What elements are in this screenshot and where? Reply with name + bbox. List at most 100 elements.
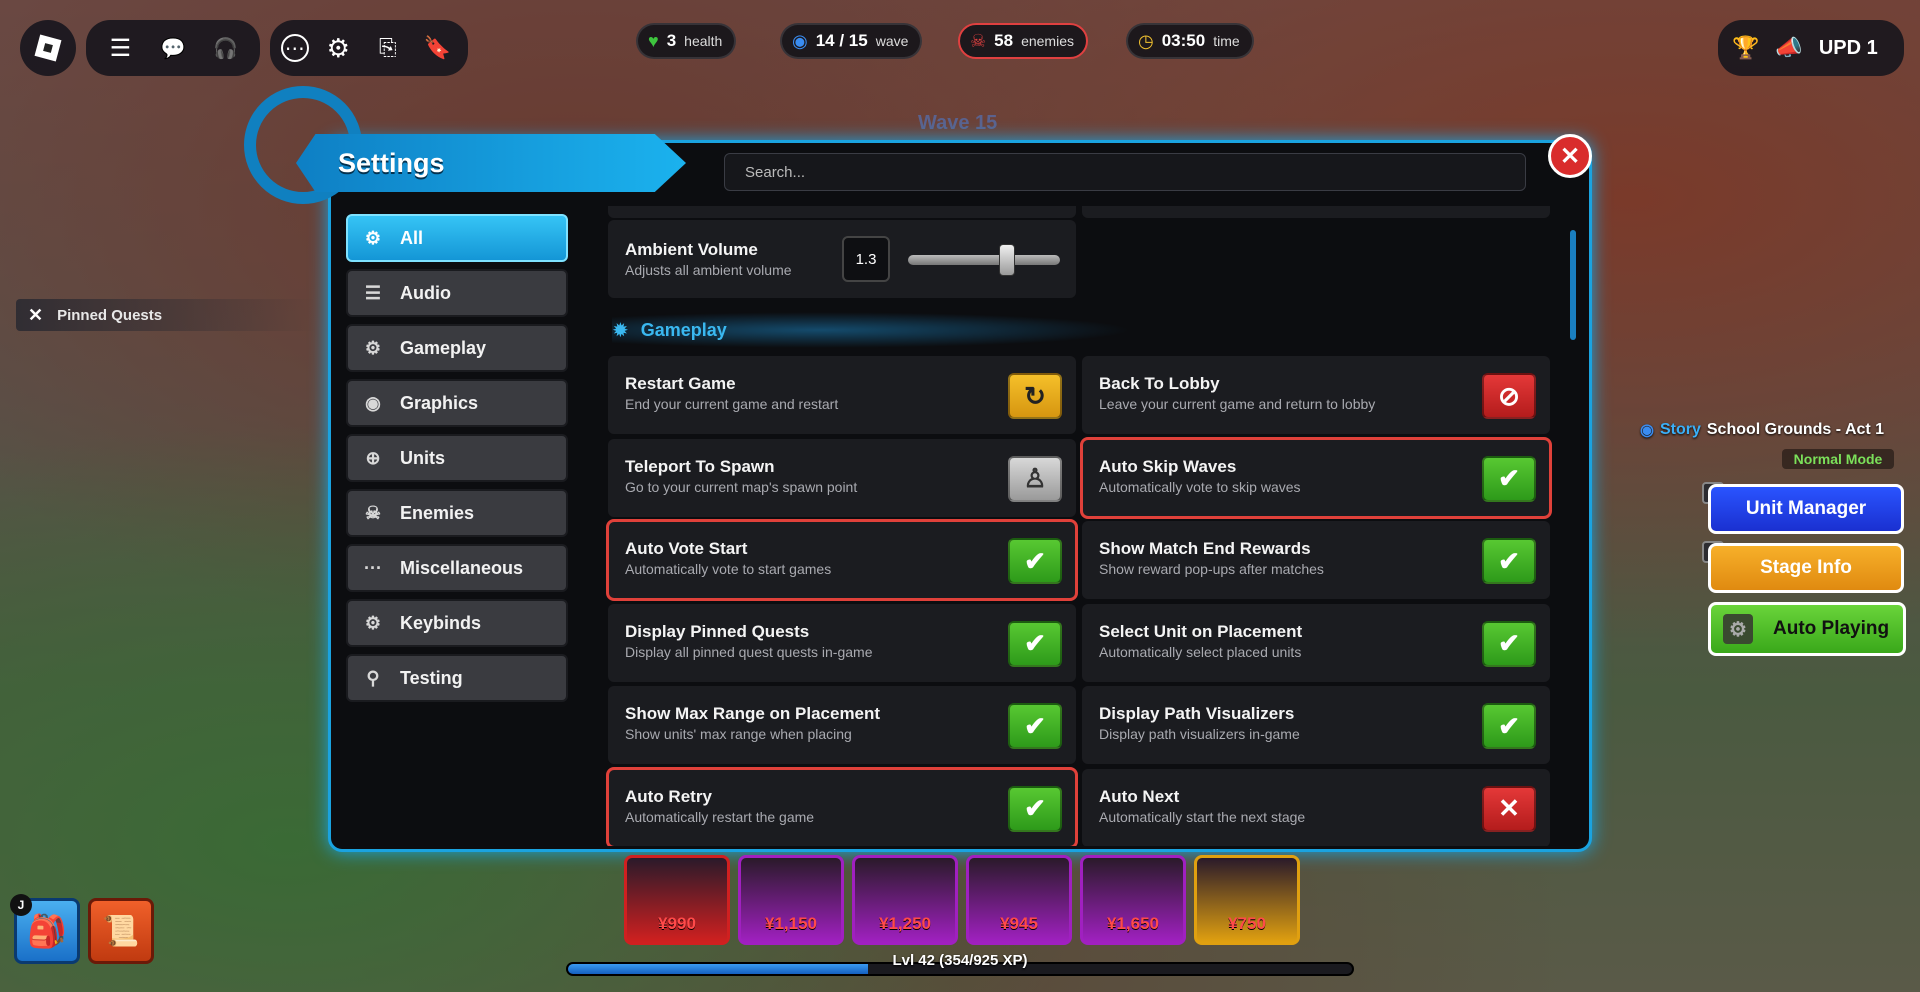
toggle-button[interactable]: ✔: [1482, 703, 1536, 749]
skull-icon: ☠: [970, 30, 987, 51]
dots-icon: ···: [364, 557, 382, 578]
unit-price: ¥1,650: [1107, 914, 1159, 933]
quest-scroll-button[interactable]: 📜: [88, 898, 154, 964]
unit-slot[interactable]: ¥945: [966, 855, 1072, 945]
toggle-button[interactable]: ✔: [1008, 785, 1062, 832]
wave-stat: ◉ 14 / 15 wave: [780, 23, 923, 59]
gameplay-section-title: Gameplay: [640, 319, 727, 340]
slider-thumb[interactable]: [998, 244, 1015, 276]
settings-gear-icon[interactable]: ⚙: [318, 28, 358, 68]
sidebar-item-label: Keybinds: [400, 612, 482, 633]
close-icon[interactable]: ✕: [28, 305, 43, 326]
search-input[interactable]: Search...: [724, 153, 1526, 191]
toggle-button[interactable]: ✔: [1482, 620, 1536, 667]
toggle-button[interactable]: ✔: [1008, 538, 1062, 584]
time-stat: ◷ 03:50 time: [1126, 23, 1254, 59]
stage-info-button[interactable]: Stage Info: [1708, 543, 1904, 593]
enemies-value: 58: [994, 31, 1014, 50]
sidebar-item-audio[interactable]: ☰ Audio: [346, 269, 568, 317]
content-top-stub-left: [608, 206, 1076, 218]
unit-slot[interactable]: ¥1,250: [852, 855, 958, 945]
close-settings-button[interactable]: ✕: [1548, 134, 1592, 178]
enemies-stat: ☠ 58 enemies: [958, 23, 1088, 59]
auto-playing-button[interactable]: ⚙ Auto Playing: [1708, 602, 1906, 656]
sidebar-item-label: Miscellaneous: [400, 557, 524, 578]
sidebar-item-gameplay[interactable]: ⚙ Gameplay: [346, 324, 568, 372]
unit-price: ¥750: [1228, 914, 1266, 933]
spawn-button[interactable]: ♙: [1008, 455, 1062, 502]
sidebar-item-keybinds[interactable]: ⚙ Keybinds: [346, 599, 568, 647]
time-value: 03:50: [1161, 31, 1206, 50]
setting-display-path-visualizers: Display Path Visualizers Display path vis…: [1082, 686, 1550, 764]
teleport-icon[interactable]: ⎘: [368, 28, 408, 68]
trophy-icon[interactable]: 🏆: [1732, 35, 1759, 61]
unit-slot[interactable]: ¥750: [1194, 855, 1300, 945]
health-value: 3: [666, 31, 677, 50]
setting-back-to-lobby: Back To Lobby Leave your current game and…: [1082, 356, 1550, 434]
roblox-menu-button[interactable]: [20, 20, 76, 76]
unit-manager-button[interactable]: Unit Manager: [1708, 484, 1904, 534]
unit-slot[interactable]: ¥1,650: [1080, 855, 1186, 945]
health-label: health: [684, 33, 723, 49]
unit-slot[interactable]: ¥990: [624, 855, 730, 945]
megaphone-icon[interactable]: 📣: [1775, 35, 1802, 61]
toggle-button[interactable]: ✔: [1008, 703, 1062, 749]
pinned-quests-label: Pinned Quests: [57, 306, 163, 324]
toggle-button[interactable]: ✔: [1008, 620, 1062, 667]
gear-icon: ✹: [612, 319, 629, 342]
compass-icon: ◉: [1640, 422, 1654, 439]
voice-icon[interactable]: 🎧: [206, 28, 246, 68]
time-label: time: [1213, 33, 1240, 49]
gear-icon: ⚙: [364, 612, 382, 633]
sidebar-item-all[interactable]: ⚙ All: [346, 214, 568, 262]
sidebar-item-label: Testing: [400, 667, 463, 688]
toggle-button[interactable]: ✕: [1482, 785, 1536, 832]
heart-icon: ♥: [648, 30, 659, 51]
top-right-toolbar: 🏆 📣 UPD 1: [1718, 20, 1904, 76]
settings-title-text: Settings: [338, 147, 445, 178]
search-icon: ⚲: [366, 667, 380, 688]
wave-banner: Wave 15: [918, 112, 998, 134]
no-entry-button[interactable]: ⊘: [1482, 373, 1536, 419]
restart-button[interactable]: ↻: [1008, 373, 1062, 419]
hamburger-menu-icon[interactable]: ☰: [100, 28, 140, 68]
sidebar-item-label: Gameplay: [400, 337, 487, 358]
mode-label: Normal Mode: [1782, 449, 1894, 469]
sidebar-item-testing[interactable]: ⚲ Testing: [346, 654, 568, 702]
backpack-icon: 🎒: [27, 913, 67, 949]
setting-show-match-end-rewards: Show Match End Rewards Show reward pop-up…: [1082, 521, 1550, 599]
bookmark-icon[interactable]: 🔖: [417, 28, 457, 68]
sidebar-item-units[interactable]: ⊕ Units: [346, 434, 568, 482]
unit-price: ¥1,150: [765, 914, 817, 933]
ambient-volume-slider[interactable]: [908, 244, 1060, 276]
sidebar-item-label: Graphics: [400, 392, 479, 413]
unit-slot[interactable]: ¥1,150: [738, 855, 844, 945]
sidebar-item-graphics[interactable]: ◉ Graphics: [346, 379, 568, 427]
setting-select-unit-on-placement: Select Unit on Placement Automatically se…: [1082, 603, 1550, 682]
ambient-volume-value[interactable]: 1.3: [842, 236, 890, 282]
setting-auto-next: Auto Next Automatically start the next st…: [1082, 768, 1550, 846]
settings-title: Settings: [296, 134, 686, 192]
setting-show-max-range-on-placement: Show Max Range on Placement Show units' m…: [608, 686, 1076, 764]
unit-price: ¥990: [658, 914, 696, 933]
ambient-volume-card: Ambient Volume Adjusts all ambient volum…: [608, 220, 1076, 298]
update-label[interactable]: UPD 1: [1819, 37, 1878, 60]
scrollbar-track[interactable]: [1570, 230, 1576, 340]
toggle-button[interactable]: ✔: [1482, 455, 1536, 502]
sidebar-item-label: Enemies: [400, 502, 475, 523]
level-text: Lvl 42 (354/925 XP): [892, 952, 1028, 969]
auto-playing-label: Auto Playing: [1773, 618, 1890, 639]
gear-icon: ⚙: [1723, 614, 1753, 644]
eye-icon: ◉: [365, 392, 381, 413]
chat-icon[interactable]: 💬: [153, 28, 193, 68]
sidebar-item-enemies[interactable]: ☠ Enemies: [346, 489, 568, 537]
sidebar-item-miscellaneous[interactable]: ··· Miscellaneous: [346, 544, 568, 592]
content-top-stub-right: [1082, 206, 1550, 218]
setting-display-pinned-quests: Display Pinned Quests Display all pinned …: [608, 603, 1076, 682]
toggle-button[interactable]: ✔: [1482, 538, 1536, 584]
pinned-quests-bar[interactable]: ✕ Pinned Quests: [16, 299, 316, 331]
unit-price: ¥1,250: [879, 914, 931, 933]
more-options-icon[interactable]: ⋯: [280, 34, 309, 62]
sidebar-item-label: Audio: [400, 282, 451, 303]
sidebar-item-label: Units: [400, 447, 445, 468]
